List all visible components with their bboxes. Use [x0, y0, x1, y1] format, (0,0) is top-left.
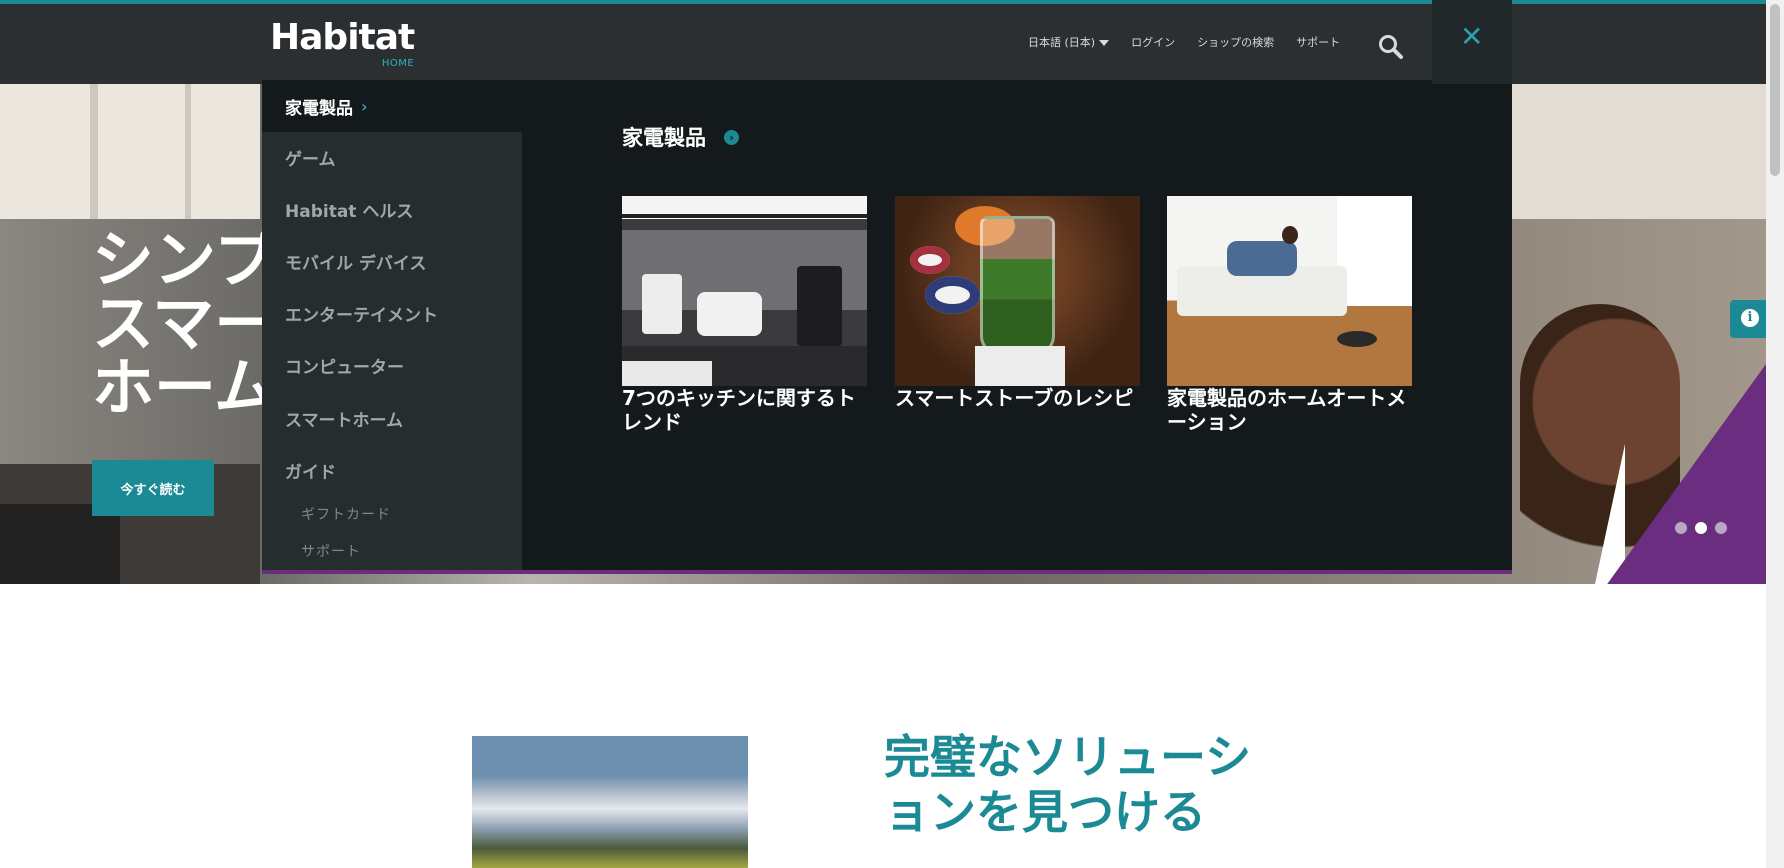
carousel-dot-active[interactable] [1695, 522, 1707, 534]
category-title-link[interactable]: 家電製品 › [622, 122, 739, 152]
article-card[interactable]: 家電製品のホームオートメーション [1167, 196, 1412, 434]
carousel-dot[interactable] [1675, 522, 1687, 534]
sub-item-gift-card[interactable]: ギフトカード [301, 504, 391, 524]
chevron-right-icon: › [361, 96, 368, 116]
smoothie-image [895, 196, 1140, 386]
menu-item-computers[interactable]: コンピューター [262, 339, 522, 391]
mega-menu-sidebar: 家電製品 › ゲーム Habitat ヘルス モバイル デバイス エンターテイメン… [262, 80, 522, 570]
kitchen-image [622, 196, 867, 386]
caret-down-icon [1099, 40, 1110, 46]
language-label: 日本語 (日本) [1028, 36, 1096, 49]
support-link[interactable]: サポート [1296, 34, 1340, 50]
sub-item-support[interactable]: サポート [301, 541, 361, 561]
menu-item-label: 家電製品 [285, 98, 353, 119]
card-caption: スマートストーブのレシピ [895, 386, 1134, 410]
menu-item-guides[interactable]: ガイド [262, 444, 522, 496]
category-title: 家電製品 [622, 126, 706, 150]
search-icon[interactable] [1376, 32, 1406, 62]
hero-right-cabinets [1512, 84, 1766, 219]
card-caption: 7つのキッチンに関するトレンド [622, 386, 856, 434]
close-menu-button[interactable]: ✕ [1432, 0, 1512, 84]
hero-purple-shape [1600, 364, 1766, 584]
habitat-logo[interactable]: Habitat HOME [270, 17, 415, 70]
close-icon: ✕ [1460, 20, 1484, 53]
menu-item-appliances[interactable]: 家電製品 › [262, 80, 522, 132]
page-scrollbar[interactable] [1766, 0, 1784, 868]
top-nav: 日本語 (日本) ログイン ショップの検索 サポート [1028, 34, 1340, 50]
language-selector[interactable]: 日本語 (日本) [1028, 34, 1110, 50]
menu-item-entertainment[interactable]: エンターテイメント [262, 287, 522, 339]
menu-item-health[interactable]: Habitat ヘルス [262, 183, 522, 235]
scrollbar-thumb[interactable] [1770, 4, 1780, 176]
living-room-image [1167, 196, 1412, 386]
read-now-button[interactable]: 今すぐ読む [92, 460, 214, 516]
mega-menu: 家電製品 › ゲーム Habitat ヘルス モバイル デバイス エンターテイメン… [262, 80, 1512, 574]
landscape-image [472, 736, 748, 868]
store-locator-link[interactable]: ショップの検索 [1197, 34, 1274, 50]
logo-text: Habitat [270, 17, 415, 58]
section-title: 完璧なソリューションを見つける [884, 730, 1252, 839]
article-card[interactable]: 7つのキッチンに関するトレンド [622, 196, 867, 434]
card-caption: 家電製品のホームオートメーション [1167, 386, 1407, 434]
menu-item-smart-home[interactable]: スマートホーム [262, 392, 522, 444]
article-card[interactable]: スマートストーブのレシピ [895, 196, 1140, 410]
menu-item-mobile[interactable]: モバイル デバイス [262, 235, 522, 287]
hero-cabinets [0, 84, 260, 219]
circle-chevron-icon: › [724, 129, 739, 145]
logo-subtext: HOME [381, 58, 415, 69]
carousel-dots [1675, 522, 1727, 534]
login-link[interactable]: ログイン [1131, 34, 1175, 50]
menu-item-games[interactable]: ゲーム [262, 131, 522, 183]
hero-stove [0, 504, 120, 584]
info-tab[interactable]: i [1730, 300, 1766, 338]
info-icon: i [1741, 309, 1759, 327]
carousel-dot[interactable] [1715, 522, 1727, 534]
